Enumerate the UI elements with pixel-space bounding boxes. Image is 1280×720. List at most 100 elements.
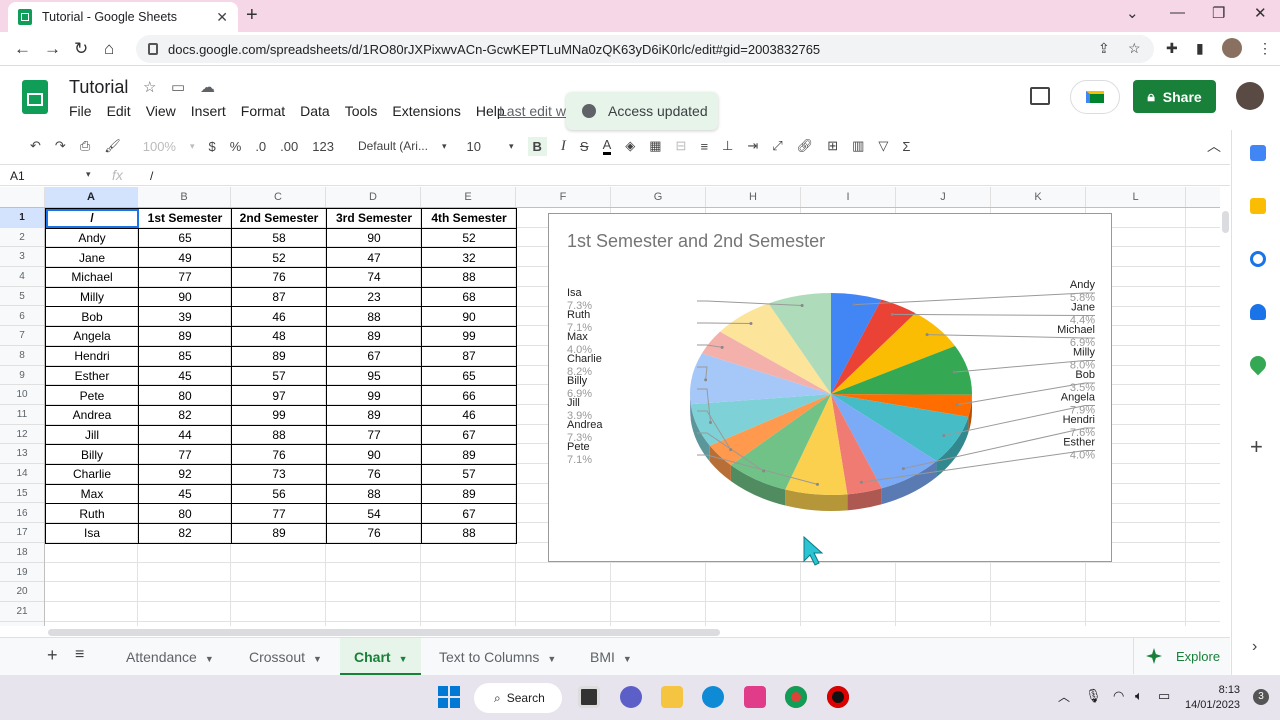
contacts-icon[interactable]: [1250, 304, 1266, 320]
bookmark-star-icon[interactable]: ☆: [1128, 40, 1141, 57]
row-header[interactable]: 16: [0, 504, 44, 524]
strikethrough-icon[interactable]: S: [580, 139, 589, 154]
task-view-icon[interactable]: [578, 686, 600, 708]
table-cell[interactable]: 57: [421, 463, 517, 485]
table-cell[interactable]: 99: [421, 326, 517, 347]
table-cell[interactable]: 76: [231, 444, 327, 465]
table-cell[interactable]: 66: [421, 385, 517, 406]
sheet-tab-crossout[interactable]: Crossout ▼: [235, 638, 336, 676]
wifi-icon[interactable]: ◠: [1113, 688, 1124, 704]
menu-insert[interactable]: Insert: [191, 103, 226, 119]
keep-icon[interactable]: [1250, 198, 1266, 214]
undo-icon[interactable]: ↶: [30, 138, 41, 154]
row-header[interactable]: 8: [0, 346, 44, 366]
get-addons-icon[interactable]: +: [1250, 434, 1263, 460]
browser-menu-icon[interactable]: ⋮: [1258, 40, 1272, 57]
table-cell[interactable]: 87: [421, 345, 517, 367]
column-header-i[interactable]: I: [801, 187, 896, 207]
font-size-select[interactable]: 10: [467, 139, 481, 154]
hide-menus-chevron-icon[interactable]: ︿: [1207, 136, 1221, 156]
table-cell[interactable]: 89: [231, 523, 327, 544]
zoom-select[interactable]: 100%: [143, 139, 176, 154]
row-header[interactable]: 14: [0, 464, 44, 484]
column-header-l[interactable]: L: [1086, 187, 1186, 207]
battery-icon[interactable]: ▭: [1158, 688, 1170, 704]
table-cell[interactable]: 89: [138, 326, 232, 347]
row-header[interactable]: 21: [0, 602, 44, 622]
insert-chart-icon[interactable]: ▥: [852, 138, 864, 154]
table-cell[interactable]: Andy: [45, 227, 139, 249]
table-cell[interactable]: 89: [326, 326, 422, 347]
table-cell[interactable]: 2nd Semester: [231, 208, 327, 229]
table-cell[interactable]: Jill: [45, 424, 139, 446]
table-cell[interactable]: 88: [421, 267, 517, 288]
table-cell[interactable]: 65: [138, 227, 232, 249]
table-cell[interactable]: 44: [138, 424, 232, 446]
row-header[interactable]: 19: [0, 563, 44, 583]
table-cell[interactable]: 90: [138, 286, 232, 308]
calendar-icon[interactable]: [1250, 145, 1266, 161]
snipping-tool-icon[interactable]: [744, 686, 766, 708]
menu-edit[interactable]: Edit: [107, 103, 131, 119]
more-formats-select[interactable]: 123: [312, 139, 334, 154]
menu-format[interactable]: Format: [241, 103, 285, 119]
name-box[interactable]: A1: [10, 169, 25, 183]
data-table[interactable]: /1st Semester 2nd Semester 3rd Semester 4th…: [45, 208, 517, 544]
table-cell[interactable]: 77: [231, 503, 327, 524]
table-cell[interactable]: 4th Semester: [421, 208, 517, 229]
table-cell[interactable]: 89: [421, 483, 517, 505]
move-folder-icon[interactable]: ▭: [171, 78, 185, 96]
table-cell[interactable]: 80: [138, 503, 232, 524]
row-header[interactable]: 11: [0, 405, 44, 425]
italic-icon[interactable]: I: [561, 138, 566, 155]
filter-icon[interactable]: ▽: [878, 138, 888, 154]
profile-avatar[interactable]: [1222, 38, 1242, 58]
menu-view[interactable]: View: [146, 103, 176, 119]
home-icon[interactable]: ⌂: [104, 39, 114, 59]
table-cell[interactable]: 82: [138, 404, 232, 426]
table-cell[interactable]: 92: [138, 463, 232, 485]
row-header[interactable]: 1: [0, 208, 44, 228]
table-cell[interactable]: /: [45, 208, 139, 229]
row-header[interactable]: 5: [0, 287, 44, 307]
table-cell[interactable]: 88: [231, 424, 327, 446]
text-rotation-icon[interactable]: ⤢: [772, 138, 782, 154]
row-header[interactable]: 6: [0, 307, 44, 327]
sheet-tab-bmi[interactable]: BMI ▼: [576, 638, 646, 676]
add-sheet-icon[interactable]: +: [47, 645, 58, 666]
table-cell[interactable]: 56: [231, 483, 327, 505]
table-cell[interactable]: 89: [231, 345, 327, 367]
row-header[interactable]: 2: [0, 228, 44, 248]
close-tab-icon[interactable]: ✕: [216, 9, 228, 26]
table-cell[interactable]: 74: [326, 267, 422, 288]
table-cell[interactable]: 82: [138, 523, 232, 544]
tasks-icon[interactable]: [1250, 251, 1266, 267]
table-cell[interactable]: Bob: [45, 306, 139, 328]
table-cell[interactable]: Pete: [45, 385, 139, 406]
table-cell[interactable]: Ruth: [45, 503, 139, 524]
table-cell[interactable]: 97: [231, 385, 327, 406]
bold-icon[interactable]: B: [527, 136, 547, 156]
column-header-a[interactable]: A: [45, 187, 138, 207]
back-icon[interactable]: ←: [14, 39, 31, 59]
extensions-puzzle-icon[interactable]: ✚: [1166, 40, 1178, 57]
font-caret-icon[interactable]: ▾: [442, 141, 447, 152]
row-header[interactable]: 7: [0, 326, 44, 346]
column-header-f[interactable]: F: [516, 187, 611, 207]
column-header-g[interactable]: G: [611, 187, 706, 207]
table-cell[interactable]: 85: [138, 345, 232, 367]
increase-decimal-button[interactable]: .00: [280, 139, 298, 154]
table-cell[interactable]: 77: [326, 424, 422, 446]
table-cell[interactable]: Isa: [45, 523, 139, 544]
chrome-icon[interactable]: [785, 686, 807, 708]
sheet-tab-text-to-columns[interactable]: Text to Columns ▼: [425, 638, 570, 676]
table-cell[interactable]: 90: [326, 444, 422, 465]
percent-format-button[interactable]: %: [230, 139, 242, 154]
paint-format-icon[interactable]: 🖌︎: [104, 138, 121, 154]
teams-chat-icon[interactable]: [620, 686, 642, 708]
table-cell[interactable]: 57: [231, 365, 327, 387]
table-cell[interactable]: 3rd Semester: [326, 208, 422, 229]
table-cell[interactable]: Milly: [45, 286, 139, 308]
table-cell[interactable]: Max: [45, 483, 139, 505]
document-title[interactable]: Tutorial: [69, 77, 128, 98]
